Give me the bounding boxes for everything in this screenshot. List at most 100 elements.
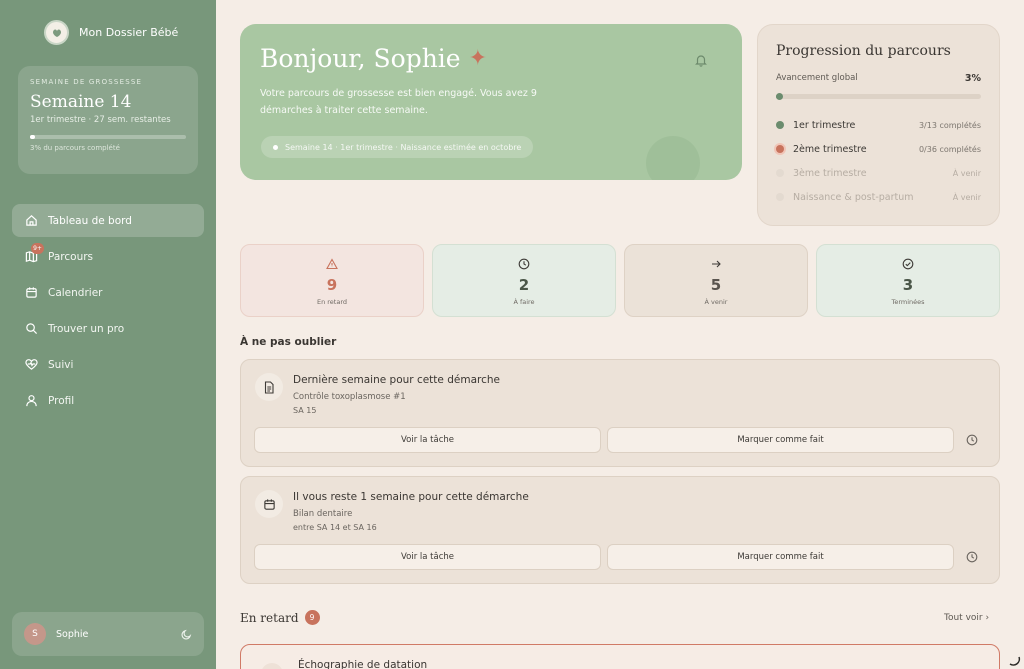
task-date: SA 15 (293, 406, 317, 415)
welcome-hero: Bonjour, Sophie ✦ Votre parcours de gros… (240, 24, 742, 180)
trimester-list: 1er trimestre 3/13 complétés 2ème trimes… (776, 113, 981, 209)
clock-icon (518, 255, 530, 274)
pill-text: Semaine 14 · 1er trimestre · Naissance e… (285, 142, 522, 152)
nav-item-trouver-un-pro[interactable]: Trouver un pro (12, 312, 204, 345)
overall-label: Avancement global (776, 73, 858, 83)
stat-en-retard[interactable]: 9 En retard (240, 244, 424, 317)
stat-terminees[interactable]: 3 Terminées (816, 244, 1000, 317)
snooze-clock-icon[interactable] (965, 550, 979, 564)
trimester-name: 3ème trimestre (793, 167, 867, 179)
trimester-dot (776, 145, 784, 153)
user-name: Sophie (56, 628, 89, 640)
nav-item-parcours[interactable]: 9+ Parcours (12, 240, 204, 273)
nav-label: Calendrier (48, 286, 103, 299)
parcours-badge: 9+ (31, 243, 44, 254)
nav-item-suivi[interactable]: Suivi (12, 348, 204, 381)
week-progress-bar (30, 135, 186, 139)
see-all-link[interactable]: Tout voir › (944, 613, 989, 623)
avatar: S (24, 623, 46, 645)
overall-progress-row: Avancement global 3% (776, 73, 981, 84)
nav-label: Suivi (48, 358, 74, 371)
nav-item-calendrier[interactable]: Calendrier (12, 276, 204, 309)
loading-spinner-icon (1009, 656, 1021, 666)
view-task-button[interactable]: Voir la tâche (254, 544, 601, 570)
trimester-row[interactable]: 2ème trimestre 0/36 complétés (776, 137, 981, 161)
user-icon (24, 394, 38, 408)
app-name: Mon Dossier Bébé (79, 26, 179, 39)
trimester-row[interactable]: Naissance & post-partum À venir (776, 185, 981, 209)
trimester-dot (776, 121, 784, 129)
search-icon (24, 322, 38, 336)
sidebar: Mon Dossier Bébé SEMAINE DE GROSSESSE Se… (0, 0, 216, 669)
nav-label: Trouver un pro (48, 322, 125, 335)
trimester-row[interactable]: 3ème trimestre À venir (776, 161, 981, 185)
mark-done-button[interactable]: Marquer comme fait (607, 544, 954, 570)
task-subtitle: Contrôle toxoplasmose #1 (293, 392, 406, 402)
view-task-button[interactable]: Voir la tâche (254, 427, 601, 453)
progress-title: Progression du parcours (776, 43, 951, 59)
calendar-icon (24, 286, 38, 300)
task-icon (261, 663, 283, 669)
status-dot (273, 144, 278, 150)
overdue-task-card[interactable]: Échographie de datation (240, 644, 1000, 669)
nav-item-profil[interactable]: Profil (12, 384, 204, 417)
stat-value: 9 (326, 276, 338, 294)
alert-triangle-icon (326, 255, 338, 274)
overdue-count-badge: 9 (304, 610, 320, 625)
trimester-name: Naissance & post-partum (793, 191, 914, 203)
reminder-card: Dernière semaine pour cette démarche Con… (240, 359, 1000, 467)
sparkle-icon: ✦ (468, 46, 488, 71)
check-circle-icon (902, 255, 914, 274)
stat-label: En retard (316, 298, 348, 306)
pregnancy-status-pill: Semaine 14 · 1er trimestre · Naissance e… (261, 136, 534, 158)
week-title: Semaine 14 (30, 92, 132, 112)
trimester-stat: À venir (952, 168, 981, 178)
trimester-stat: 3/13 complétés (918, 120, 981, 130)
overdue-title-text: En retard (240, 610, 299, 625)
logo-icon (44, 20, 69, 45)
user-card[interactable]: S Sophie (12, 612, 204, 656)
week-card: SEMAINE DE GROSSESSE Semaine 14 1er trim… (18, 66, 198, 174)
stat-value: 3 (902, 276, 914, 294)
overdue-task-title: Échographie de datation (298, 659, 428, 669)
task-title: Il vous reste 1 semaine pour cette démar… (293, 491, 529, 503)
overall-progress-bar (776, 93, 981, 100)
home-icon (24, 214, 38, 228)
mark-done-button[interactable]: Marquer comme fait (607, 427, 954, 453)
hero-greeting: Bonjour, Sophie ✦ (260, 44, 722, 73)
trimester-name: 1er trimestre (793, 119, 856, 131)
heart-pulse-icon (24, 358, 38, 372)
stat-label: À venir (704, 298, 728, 306)
stat-value: 2 (518, 276, 530, 294)
week-subtitle: 1er trimestre · 27 sem. restantes (30, 115, 171, 125)
main-nav: Tableau de bord 9+ Parcours Calendrier T… (12, 204, 204, 420)
nav-item-tableau-de-bord[interactable]: Tableau de bord (12, 204, 204, 237)
trimester-stat: À venir (952, 192, 981, 202)
overall-progress-knob (776, 93, 783, 100)
trimester-row[interactable]: 1er trimestre 3/13 complétés (776, 113, 981, 137)
trimester-stat: 0/36 complétés (918, 144, 981, 154)
stat-a-venir[interactable]: 5 À venir (624, 244, 808, 317)
trimester-dot (776, 169, 784, 177)
calendar-icon (255, 490, 283, 518)
bell-icon[interactable] (694, 52, 708, 71)
document-icon (255, 373, 283, 401)
task-title: Dernière semaine pour cette démarche (293, 374, 500, 386)
task-subtitle: Bilan dentaire (293, 509, 353, 519)
week-progress-note: 3% du parcours complété (30, 144, 120, 152)
nav-label: Profil (48, 394, 75, 407)
stat-label: Terminées (891, 298, 925, 306)
brand[interactable]: Mon Dossier Bébé (44, 20, 178, 45)
snooze-clock-icon[interactable] (965, 433, 979, 447)
nav-label: Tableau de bord (48, 214, 132, 227)
trimester-name: 2ème trimestre (793, 143, 867, 155)
nav-label: Parcours (48, 250, 94, 263)
journey-progress-card: Progression du parcours Avancement globa… (757, 24, 1000, 226)
reminder-card: Il vous reste 1 semaine pour cette démar… (240, 476, 1000, 584)
moon-icon[interactable] (181, 625, 192, 644)
stat-label: À faire (513, 298, 535, 306)
stat-a-faire[interactable]: 2 À faire (432, 244, 616, 317)
week-progress-fill (30, 135, 35, 139)
overdue-section-title: En retard 9 (240, 610, 320, 625)
reminders-title: À ne pas oublier (240, 336, 337, 348)
